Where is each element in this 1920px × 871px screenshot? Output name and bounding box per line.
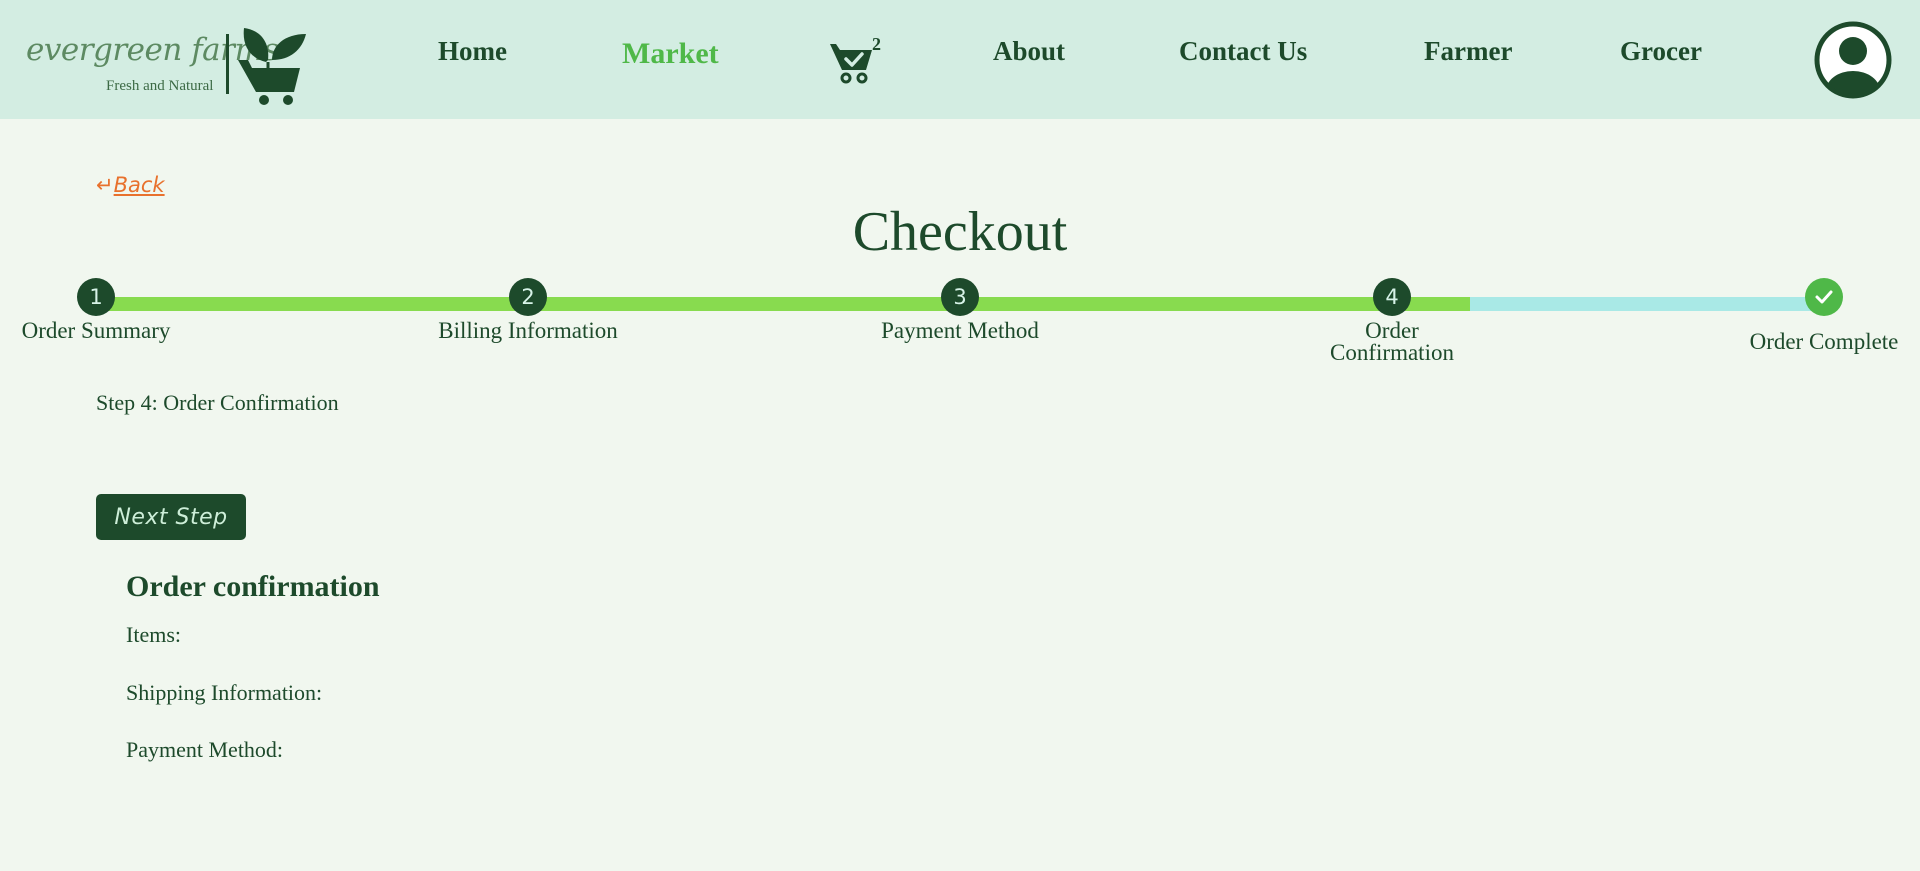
back-link-label: Back	[113, 173, 165, 197]
payment-method-label: Payment Method:	[126, 737, 284, 762]
current-step-text: Step 4: Order Confirmation	[96, 390, 339, 415]
nav-market[interactable]: Market	[622, 37, 719, 71]
items-label: Items:	[126, 622, 181, 647]
progress-track-remaining	[1470, 297, 1822, 311]
shipping-information-label: Shipping Information:	[126, 680, 323, 705]
step-5-circle[interactable]	[1805, 278, 1843, 316]
check-icon	[1815, 290, 1833, 304]
step-2-label: Billing Information	[438, 318, 618, 343]
step-3-circle[interactable]: 3	[941, 278, 979, 316]
user-avatar-icon[interactable]	[1814, 21, 1892, 99]
order-confirmation-title: Order confirmation	[126, 570, 380, 603]
page-title: Checkout	[852, 201, 1068, 263]
logo-tagline: Fresh and Natural	[106, 78, 214, 94]
cart-count-badge: 2	[872, 34, 881, 54]
step-1-label: Order Summary	[21, 318, 171, 343]
step-2-circle[interactable]: 2	[509, 278, 547, 316]
return-arrow-icon: ↵	[96, 173, 114, 197]
nav-farmer[interactable]: Farmer	[1424, 36, 1512, 67]
back-link[interactable]: ↵Back	[96, 173, 165, 197]
nav-grocer[interactable]: Grocer	[1620, 36, 1702, 67]
nav-about[interactable]: About	[993, 36, 1065, 67]
site-logo[interactable]: evergreen farms Fresh and Natural	[26, 20, 316, 110]
step-3-label: Payment Method	[881, 318, 1039, 343]
nav-home[interactable]: Home	[438, 36, 507, 67]
step-4-label: Order Confirmation	[1330, 318, 1454, 365]
shopping-cart-leaf-icon	[238, 28, 306, 105]
nav-contact-us[interactable]: Contact Us	[1179, 36, 1307, 67]
logo-divider	[226, 34, 229, 94]
step-5-label: Order Complete	[1749, 329, 1899, 354]
cart-check-icon[interactable]	[828, 38, 876, 86]
site-header: evergreen farms Fresh and Natural Home M…	[0, 0, 1920, 119]
next-step-button[interactable]: Next Step	[96, 494, 246, 540]
step-1-circle[interactable]: 1	[77, 278, 115, 316]
step-4-circle[interactable]: 4	[1373, 278, 1411, 316]
progress-track-completed	[96, 297, 1478, 311]
